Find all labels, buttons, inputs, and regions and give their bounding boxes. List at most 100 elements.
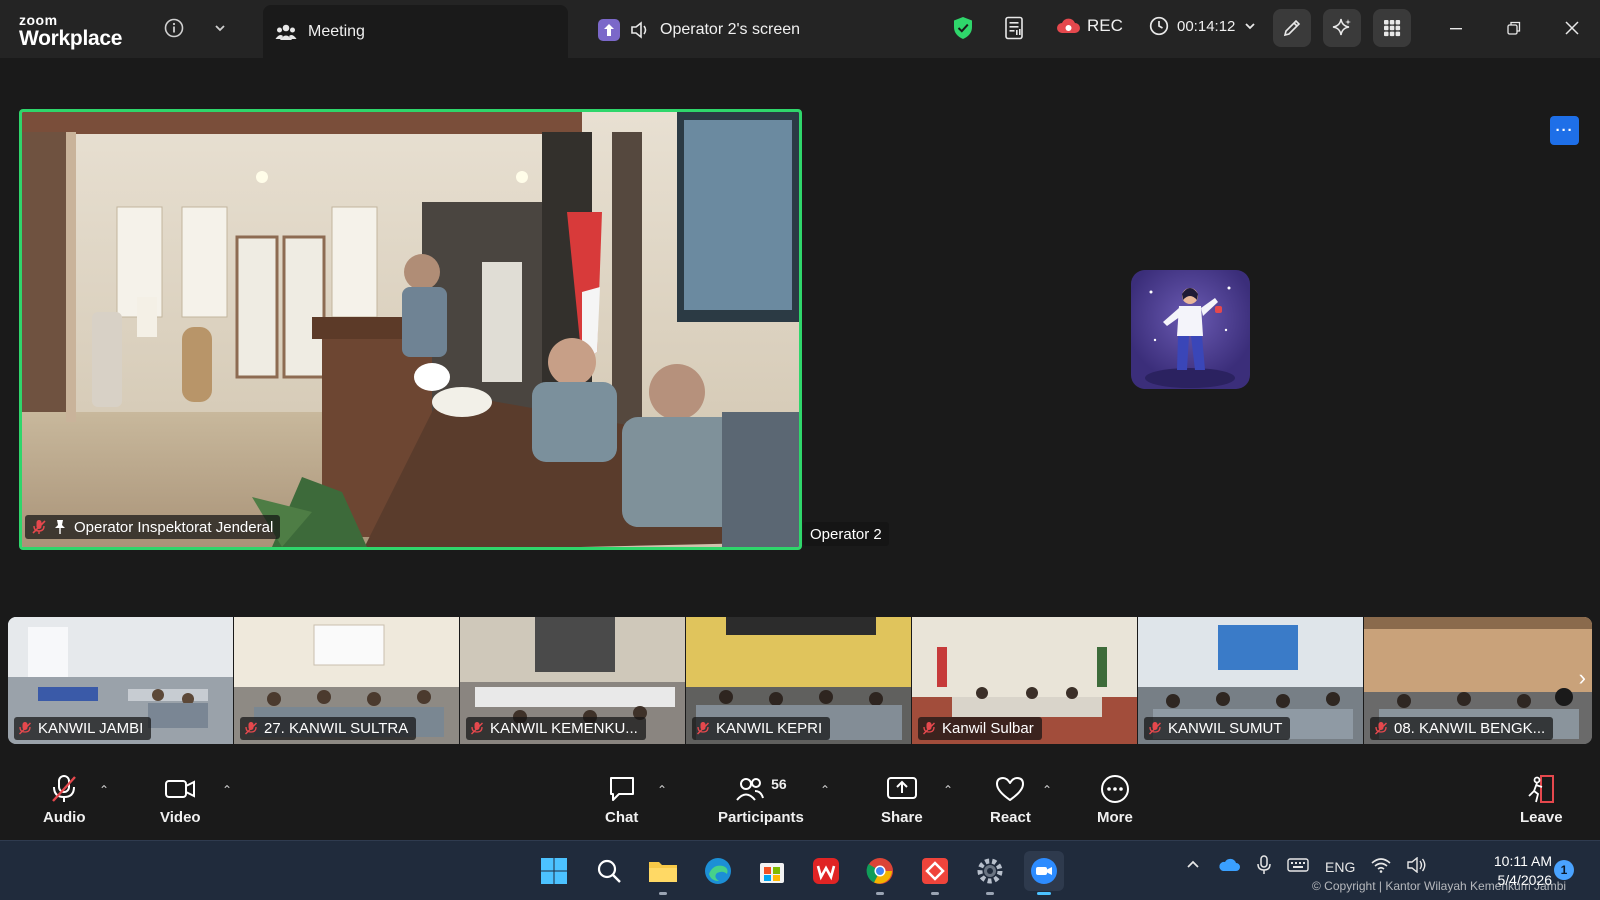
muted-mic-icon — [1375, 722, 1387, 735]
file-explorer-icon[interactable] — [643, 851, 683, 895]
gallery-tile[interactable]: KANWIL JAMBI — [8, 617, 234, 744]
gallery-strip: KANWIL JAMBI 27. KANWIL SULTRA KANWIL KE… — [8, 617, 1592, 744]
participants-label: Participants — [718, 809, 804, 826]
gallery-tile[interactable]: Kanwil Sulbar — [912, 617, 1138, 744]
video-options-caret-icon[interactable]: ⌃ — [222, 783, 232, 797]
tab-shared-screen[interactable]: Operator 2's screen — [598, 17, 800, 43]
gallery-tile-label: KANWIL KEPRI — [716, 720, 823, 737]
meeting-timer[interactable]: 00:14:12 — [1149, 16, 1257, 36]
pencil-icon — [1283, 19, 1301, 37]
more-options-button[interactable]: ··· — [1550, 116, 1579, 145]
settings-gear-icon[interactable] — [970, 851, 1010, 895]
volume-icon[interactable] — [1407, 856, 1427, 876]
more-button[interactable]: More — [1097, 774, 1133, 826]
captions-document-icon[interactable] — [1000, 14, 1028, 42]
chat-label: Chat — [605, 809, 639, 826]
gallery-tile[interactable]: 08. KANWIL BENGK... › — [1364, 617, 1592, 744]
onedrive-cloud-icon[interactable] — [1217, 857, 1241, 876]
running-indicator — [659, 892, 667, 895]
speaker-name: Operator Inspektorat Jenderal — [74, 518, 274, 536]
chrome-browser-icon[interactable] — [860, 851, 900, 895]
gallery-tile[interactable]: 27. KANWIL SULTRA — [234, 617, 460, 744]
conference-room-scene — [22, 112, 799, 547]
audio-button[interactable]: Audio — [43, 774, 86, 826]
react-options-caret-icon[interactable]: ⌃ — [1042, 783, 1052, 797]
tab-meeting[interactable]: Meeting — [263, 5, 568, 58]
annotate-button[interactable] — [1273, 9, 1311, 47]
chat-options-caret-icon[interactable]: ⌃ — [657, 783, 667, 797]
microsoft-store-icon[interactable] — [752, 851, 792, 891]
clock-icon — [1149, 16, 1169, 36]
ai-companion-button[interactable] — [1323, 9, 1361, 47]
gallery-tile-name: 08. KANWIL BENGK... — [1370, 717, 1554, 740]
notification-count-badge[interactable]: 1 — [1554, 860, 1574, 880]
restore-button[interactable] — [1500, 14, 1528, 42]
leave-exit-icon — [1528, 775, 1555, 803]
running-indicator — [931, 892, 939, 895]
shared-screen-label: Operator 2's screen — [660, 21, 801, 38]
more-ellipsis-icon — [1100, 775, 1129, 803]
grid-icon — [1384, 20, 1401, 37]
gallery-tile[interactable]: KANWIL KEMENKU... — [460, 617, 686, 744]
timer-value: 00:14:12 — [1177, 17, 1236, 35]
video-label: Video — [160, 809, 201, 826]
muted-mic-icon — [697, 722, 709, 735]
audio-options-caret-icon[interactable]: ⌃ — [99, 783, 109, 797]
muted-mic-icon — [245, 722, 257, 735]
chat-bubble-icon — [609, 777, 634, 801]
muted-mic-icon — [471, 722, 483, 735]
logo-zoom-text: zoom — [19, 12, 58, 28]
clock-time: 10:11 AM — [1493, 853, 1552, 869]
gallery-tile-name: KANWIL SUMUT — [1144, 717, 1291, 740]
share-screen-icon — [886, 777, 917, 799]
zoom-workplace-logo: zoom Workplace — [19, 13, 122, 49]
share-label: Share — [881, 809, 923, 826]
minimize-icon — [1450, 28, 1462, 30]
muted-mic-icon — [19, 722, 31, 735]
info-icon[interactable] — [160, 14, 188, 42]
leave-button[interactable]: Leave — [1520, 774, 1563, 826]
muted-mic-icon — [52, 775, 77, 802]
react-button[interactable]: React — [990, 774, 1031, 826]
apps-grid-button[interactable] — [1373, 9, 1411, 47]
share-button[interactable]: Share — [881, 774, 923, 826]
sparkle-icon — [1332, 18, 1351, 36]
cloud-record-icon — [1057, 18, 1080, 33]
gallery-tile[interactable]: KANWIL SUMUT — [1138, 617, 1364, 744]
gallery-tile-label: KANWIL SUMUT — [1168, 720, 1283, 737]
pin-icon — [55, 520, 65, 534]
gallery-tile-label: KANWIL JAMBI — [38, 720, 144, 737]
chevron-up-icon[interactable] — [1185, 857, 1201, 876]
muted-mic-icon — [1149, 722, 1161, 735]
recording-indicator[interactable]: REC — [1055, 16, 1123, 36]
close-button[interactable] — [1558, 14, 1586, 42]
gallery-tile-label: KANWIL KEMENKU... — [490, 720, 638, 737]
wps-office-icon[interactable] — [806, 851, 846, 891]
gallery-tile-label: 08. KANWIL BENGK... — [1394, 720, 1546, 737]
share-options-caret-icon[interactable]: ⌃ — [943, 783, 953, 797]
language-indicator[interactable]: ENG — [1325, 859, 1355, 875]
keyboard-icon[interactable] — [1287, 857, 1309, 876]
active-speaker-video[interactable]: Operator Inspektorat Jenderal — [19, 109, 802, 550]
wifi-icon[interactable] — [1371, 857, 1391, 876]
more-label: More — [1097, 809, 1133, 826]
zoom-app-icon[interactable] — [1024, 851, 1064, 895]
chevron-down-icon[interactable] — [206, 14, 234, 42]
minimize-button[interactable] — [1442, 14, 1470, 42]
search-icon[interactable] — [589, 851, 629, 891]
microphone-icon[interactable] — [1257, 855, 1271, 878]
operator-2-name: Operator 2 — [810, 525, 882, 543]
edge-browser-icon[interactable] — [698, 851, 738, 891]
security-shield-icon[interactable] — [949, 14, 977, 42]
chat-button[interactable]: Chat — [605, 774, 638, 826]
gallery-tile[interactable]: KANWIL KEPRI — [686, 617, 912, 744]
windows-start-icon[interactable] — [534, 851, 574, 891]
participants-options-caret-icon[interactable]: ⌃ — [820, 783, 830, 797]
speaker-icon — [631, 21, 647, 39]
gallery-next-arrow-icon[interactable]: › — [1579, 665, 1586, 691]
participants-button[interactable]: 56 Participants — [718, 774, 804, 826]
video-button[interactable]: Video — [160, 774, 201, 826]
anydesk-icon[interactable] — [915, 851, 955, 895]
participants-count: 56 — [771, 776, 787, 792]
operator-2-avatar[interactable] — [1131, 270, 1250, 389]
